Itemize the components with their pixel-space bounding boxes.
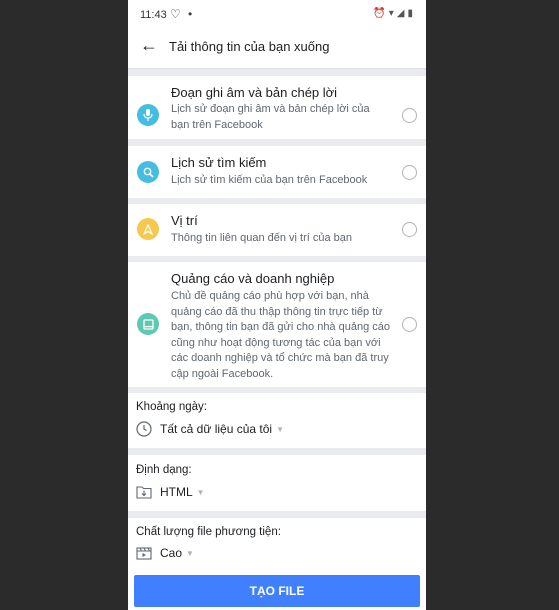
- radio-button[interactable]: [402, 222, 417, 237]
- item-description: Chủ đề quảng cáo phù hợp với bạn, nhà qu…: [171, 290, 390, 380]
- date-range-label: Khoảng ngày:: [136, 401, 207, 413]
- clock-icon: [136, 421, 152, 437]
- back-arrow-icon[interactable]: ←: [140, 35, 158, 56]
- content-scroll[interactable]: Đoạn ghi âm và bản chép lời Lịch sử đoạn…: [128, 69, 426, 610]
- date-range-select[interactable]: Tất cả dữ liệu của tôi ▼: [136, 421, 284, 437]
- media-quality-label: Chất lượng file phương tiện:: [136, 526, 281, 538]
- media-quality-select[interactable]: Cao ▼: [136, 545, 194, 561]
- date-range-value: Tất cả dữ liệu của tôi: [160, 422, 273, 436]
- heart-monitor-icon: ♡: [170, 7, 181, 21]
- item-description: Lịch sử đoạn ghi âm và bản chép lời của …: [171, 103, 370, 131]
- item-title: Đoạn ghi âm và bản chép lời: [171, 85, 338, 100]
- list-item-ads-businesses[interactable]: Quảng cáo và doanh nghiệp Chủ đề quảng c…: [128, 262, 426, 387]
- status-icons: ⏰▾◢▮: [373, 8, 416, 19]
- status-bar: 11:43 ♡ • ⏰▾◢▮: [128, 0, 426, 28]
- status-time: 11:43: [140, 9, 167, 21]
- radio-button[interactable]: [402, 108, 417, 123]
- app-bar: ← Tải thông tin của bạn xuống: [128, 28, 426, 69]
- film-icon: [136, 545, 152, 561]
- radio-button[interactable]: [402, 317, 417, 332]
- format-value: HTML: [160, 485, 193, 499]
- format-select[interactable]: HTML ▼: [136, 484, 205, 500]
- microphone-icon: [137, 104, 159, 126]
- ads-icon: [137, 313, 159, 335]
- chevron-down-icon: ▼: [186, 548, 194, 558]
- download-folder-icon: [136, 484, 152, 500]
- item-description: Lịch sử tìm kiếm của bạn trên Facebook: [171, 174, 368, 186]
- date-range-section: Khoảng ngày: Tất cả dữ liệu của tôi ▼: [128, 393, 426, 448]
- search-icon: [137, 161, 159, 183]
- item-title: Quảng cáo và doanh nghiệp: [171, 271, 335, 286]
- format-section: Định dạng: HTML ▼: [128, 455, 426, 511]
- item-title: Lịch sử tìm kiếm: [171, 155, 267, 170]
- list-item-location[interactable]: Vị trí Thông tin liên quan đến vị trí củ…: [128, 204, 426, 256]
- item-description: Thông tin liên quan đến vị trí của bạn: [171, 232, 353, 244]
- media-quality-value: Cao: [160, 546, 183, 560]
- format-label: Định dạng:: [136, 464, 192, 476]
- status-dot: •: [188, 7, 193, 21]
- location-icon: [137, 218, 159, 240]
- chevron-down-icon: ▼: [276, 424, 285, 434]
- phone-screen: 11:43 ♡ • ⏰▾◢▮ ← Tải thông tin của bạn x…: [128, 0, 426, 610]
- page-title: Tải thông tin của bạn xuống: [169, 39, 330, 54]
- radio-button[interactable]: [402, 165, 417, 180]
- list-item-voice[interactable]: Đoạn ghi âm và bản chép lời Lịch sử đoạn…: [128, 76, 426, 139]
- list-item-search-history[interactable]: Lịch sử tìm kiếm Lịch sử tìm kiếm của bạ…: [128, 146, 426, 198]
- item-title: Vị trí: [171, 213, 198, 228]
- chevron-down-icon: ▼: [196, 487, 205, 497]
- create-file-button[interactable]: TẠO FILE: [134, 575, 420, 607]
